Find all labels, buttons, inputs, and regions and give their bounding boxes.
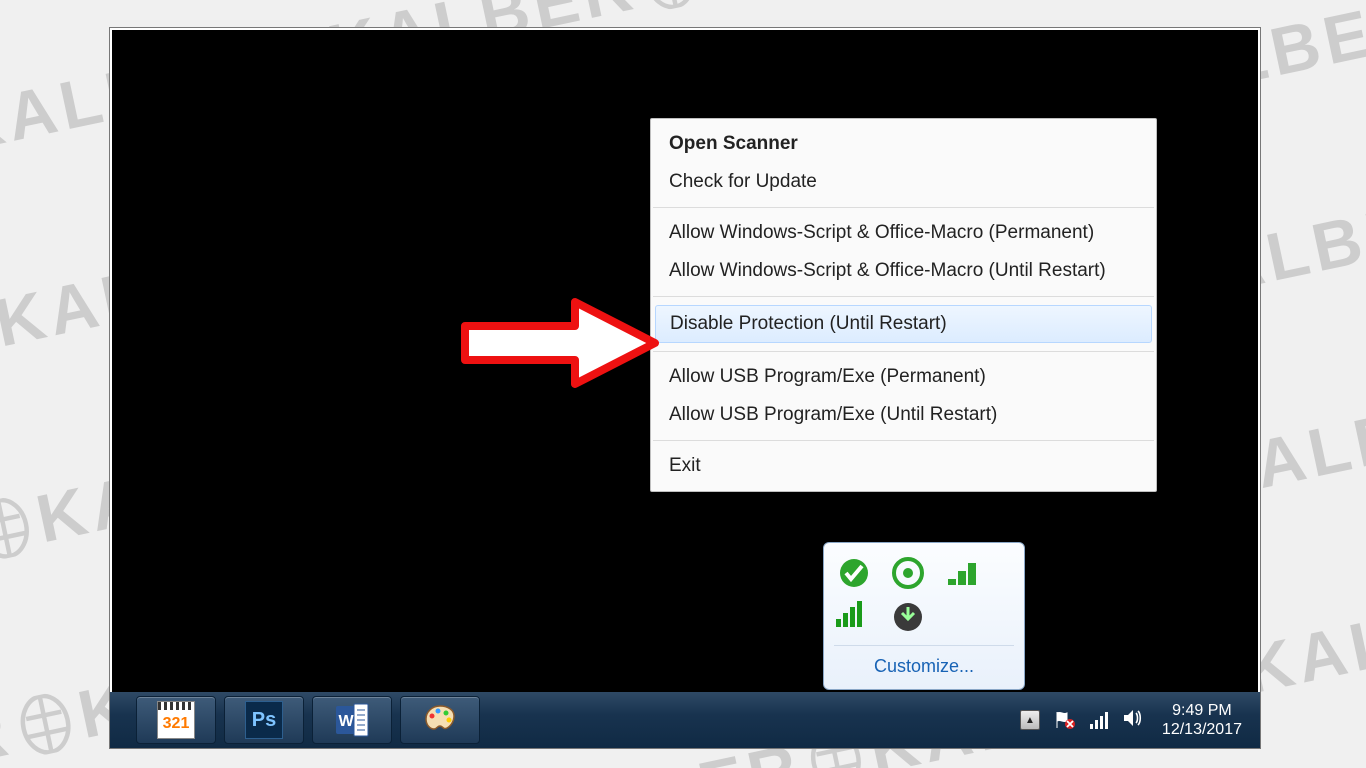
systray-customize-link[interactable]: Customize... xyxy=(834,645,1014,681)
mpc-icon: 321 xyxy=(157,701,195,739)
menu-allow-usb-restart[interactable]: Allow USB Program/Exe (Until Restart) xyxy=(651,396,1156,434)
action-center-flag-icon[interactable] xyxy=(1054,711,1076,729)
menu-open-scanner[interactable]: Open Scanner xyxy=(651,125,1156,163)
tray-context-menu: Open Scanner Check for Update Allow Wind… xyxy=(650,118,1157,492)
system-tray: ▲ 9:49 PM 12/13/2017 xyxy=(1020,701,1246,739)
tray-app-icon[interactable] xyxy=(890,555,926,591)
menu-allow-script-restart[interactable]: Allow Windows-Script & Office-Macro (Unt… xyxy=(651,252,1156,290)
photoshop-icon: Ps xyxy=(245,701,283,739)
menu-allow-usb-permanent[interactable]: Allow USB Program/Exe (Permanent) xyxy=(651,358,1156,396)
desktop-area: Open Scanner Check for Update Allow Wind… xyxy=(110,28,1260,748)
tray-idm-icon[interactable] xyxy=(890,599,926,635)
tray-app-icon[interactable] xyxy=(836,555,872,591)
volume-icon[interactable] xyxy=(1122,708,1142,732)
word-icon: W xyxy=(334,702,370,738)
menu-exit[interactable]: Exit xyxy=(651,447,1156,485)
taskbar-app-paint[interactable] xyxy=(400,696,480,744)
menu-allow-script-permanent[interactable]: Allow Windows-Script & Office-Macro (Per… xyxy=(651,214,1156,252)
taskbar-app-photoshop[interactable]: Ps xyxy=(224,696,304,744)
page-root: { "watermark": "BEROKAL", "context_menu"… xyxy=(0,0,1366,768)
show-hidden-icons-button[interactable]: ▲ xyxy=(1020,710,1040,730)
network-signal-icon[interactable] xyxy=(1090,711,1108,729)
menu-check-update[interactable]: Check for Update xyxy=(651,163,1156,201)
clock-date: 12/13/2017 xyxy=(1162,720,1242,739)
tray-signal-icon[interactable] xyxy=(836,599,872,635)
svg-text:W: W xyxy=(338,713,354,730)
annotation-arrow-icon xyxy=(460,298,660,388)
systray-overflow-popup: Customize... xyxy=(823,542,1025,690)
clock-time: 9:49 PM xyxy=(1162,701,1242,720)
taskbar-clock[interactable]: 9:49 PM 12/13/2017 xyxy=(1162,701,1242,739)
tray-app-icon[interactable] xyxy=(944,555,980,591)
paint-icon xyxy=(422,702,458,738)
taskbar: 321 Ps W ▲ 9:49 PM 12/13/201 xyxy=(110,692,1260,748)
taskbar-app-mpc[interactable]: 321 xyxy=(136,696,216,744)
menu-disable-protection[interactable]: Disable Protection (Until Restart) xyxy=(655,305,1152,343)
taskbar-app-word[interactable]: W xyxy=(312,696,392,744)
